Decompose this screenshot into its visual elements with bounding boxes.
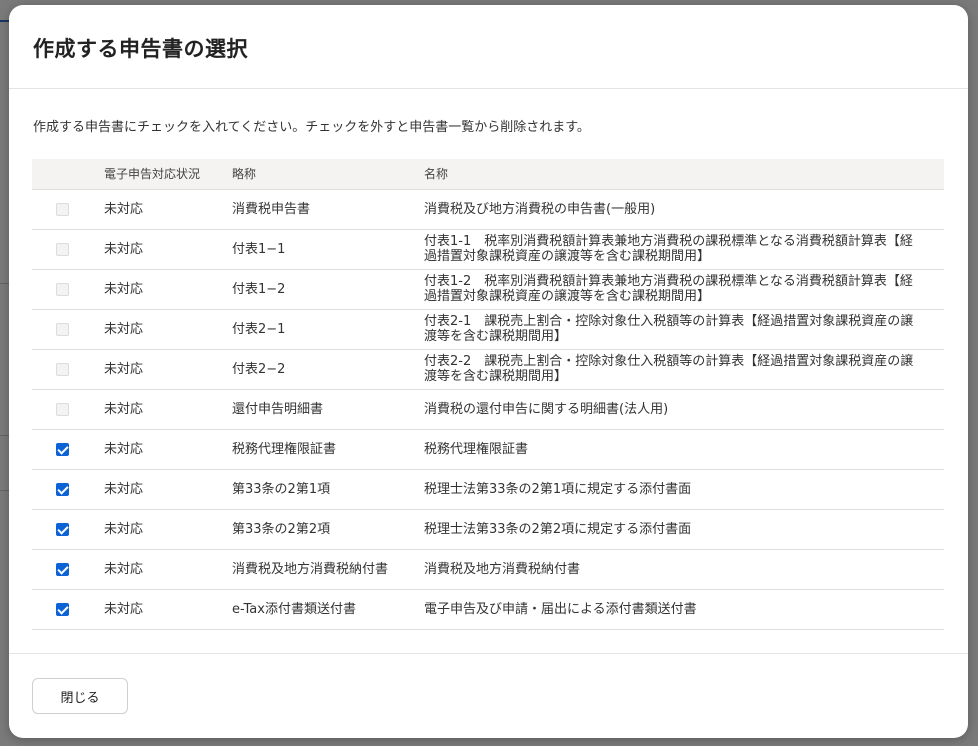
header-name: 名称	[424, 159, 944, 190]
row-checkbox-disabled	[56, 322, 69, 336]
row-abbreviation: 税務代理権限証書	[232, 429, 424, 470]
table-row: 未対応 還付申告明細書 消費税の還付申告に関する明細書(法人用)	[32, 389, 944, 430]
row-status: 未対応	[104, 509, 232, 550]
table-body: 未対応 消費税申告書 消費税及び地方消費税の申告書(一般用) 未対応 付表1−1 付表1-…	[32, 189, 944, 630]
row-checkbox-cell	[32, 309, 104, 350]
dialog-footer: 閉じる	[9, 653, 968, 738]
row-status: 未対応	[104, 389, 232, 430]
row-document-name: 税務代理権限証書	[424, 429, 944, 470]
row-abbreviation: 付表2−2	[232, 349, 424, 390]
row-abbreviation: 第33条の2第2項	[232, 509, 424, 550]
table-row: 未対応 付表2−1 付表2-1 課税売上割合・控除対象仕入税額等の計算表【経過措置対…	[32, 309, 944, 350]
row-checkbox[interactable]	[56, 522, 69, 536]
row-checkbox-cell	[32, 389, 104, 430]
close-button[interactable]: 閉じる	[32, 678, 128, 714]
row-checkbox[interactable]	[56, 482, 69, 496]
row-document-name: 税理士法第33条の2第2項に規定する添付書面	[424, 509, 944, 550]
row-abbreviation: 消費税及地方消費税納付書	[232, 549, 424, 590]
row-checkbox-disabled	[56, 282, 69, 296]
row-status: 未対応	[104, 549, 232, 590]
header-status: 電子申告対応状況	[104, 159, 232, 190]
row-abbreviation: 第33条の2第1項	[232, 469, 424, 510]
table-row: 未対応 付表2−2 付表2-2 課税売上割合・控除対象仕入税額等の計算表【経過措置対…	[32, 349, 944, 390]
header-abbr: 略称	[232, 159, 424, 190]
row-checkbox[interactable]	[56, 602, 69, 616]
row-status: 未対応	[104, 269, 232, 310]
row-document-name: 付表2-2 課税売上割合・控除対象仕入税額等の計算表【経過措置対象課税資産の譲渡…	[424, 349, 944, 390]
row-abbreviation: 消費税申告書	[232, 189, 424, 230]
row-checkbox-cell	[32, 349, 104, 390]
row-document-name: 消費税及地方消費税納付書	[424, 549, 944, 590]
row-document-name: 消費税及び地方消費税の申告書(一般用)	[424, 189, 944, 230]
dialog-header: 作成する申告書の選択	[9, 5, 968, 89]
table-row: 未対応 税務代理権限証書 税務代理権限証書	[32, 429, 944, 470]
row-document-name: 消費税の還付申告に関する明細書(法人用)	[424, 389, 944, 430]
table-row: 未対応 消費税申告書 消費税及び地方消費税の申告書(一般用)	[32, 189, 944, 230]
select-return-dialog: 作成する申告書の選択 作成する申告書にチェックを入れてください。チェックを外すと…	[9, 5, 968, 738]
row-abbreviation: 付表1−1	[232, 229, 424, 270]
row-status: 未対応	[104, 189, 232, 230]
row-checkbox-cell	[32, 509, 104, 550]
row-status: 未対応	[104, 429, 232, 470]
row-document-name: 付表2-1 課税売上割合・控除対象仕入税額等の計算表【経過措置対象課税資産の譲渡…	[424, 309, 944, 350]
table-row: 未対応 e-Tax添付書類送付書 電子申告及び申請・届出による添付書類送付書	[32, 589, 944, 630]
table-row: 未対応 第33条の2第2項 税理士法第33条の2第2項に規定する添付書面	[32, 509, 944, 550]
row-abbreviation: 還付申告明細書	[232, 389, 424, 430]
table-row: 未対応 付表1−1 付表1-1 税率別消費税額計算表兼地方消費税の課税標準となる消費…	[32, 229, 944, 270]
table-row: 未対応 第33条の2第1項 税理士法第33条の2第1項に規定する添付書面	[32, 469, 944, 510]
row-checkbox-disabled	[56, 202, 69, 216]
row-checkbox-disabled	[56, 402, 69, 416]
row-document-name: 電子申告及び申請・届出による添付書類送付書	[424, 589, 944, 630]
row-checkbox[interactable]	[56, 562, 69, 576]
row-checkbox-cell	[32, 469, 104, 510]
row-document-name: 付表1-1 税率別消費税額計算表兼地方消費税の課税標準となる消費税額計算表【経過…	[424, 229, 944, 270]
dialog-title: 作成する申告書の選択	[33, 37, 248, 61]
row-status: 未対応	[104, 349, 232, 390]
row-checkbox-cell	[32, 269, 104, 310]
row-checkbox-cell	[32, 429, 104, 470]
row-checkbox-cell	[32, 189, 104, 230]
row-checkbox-disabled	[56, 362, 69, 376]
table-header-row: 電子申告対応状況 略称 名称	[32, 159, 944, 190]
row-status: 未対応	[104, 229, 232, 270]
row-document-name: 税理士法第33条の2第1項に規定する添付書面	[424, 469, 944, 510]
table-row: 未対応 消費税及地方消費税納付書 消費税及地方消費税納付書	[32, 549, 944, 590]
row-checkbox[interactable]	[56, 442, 69, 456]
header-check	[32, 159, 104, 190]
row-checkbox-disabled	[56, 242, 69, 256]
row-checkbox-cell	[32, 589, 104, 630]
row-checkbox-cell	[32, 549, 104, 590]
row-status: 未対応	[104, 309, 232, 350]
row-abbreviation: e-Tax添付書類送付書	[232, 589, 424, 630]
row-checkbox-cell	[32, 229, 104, 270]
instruction-text: 作成する申告書にチェックを入れてください。チェックを外すと申告書一覧から削除され…	[33, 120, 590, 135]
row-abbreviation: 付表1−2	[232, 269, 424, 310]
row-document-name: 付表1-2 税率別消費税額計算表兼地方消費税の課税標準となる消費税額計算表【経過…	[424, 269, 944, 310]
table-row: 未対応 付表1−2 付表1-2 税率別消費税額計算表兼地方消費税の課税標準となる消費…	[32, 269, 944, 310]
row-status: 未対応	[104, 469, 232, 510]
row-abbreviation: 付表2−1	[232, 309, 424, 350]
document-table: 電子申告対応状況 略称 名称 未対応 消費税申告書 消費税及び地方消費税の申告書(一…	[32, 159, 944, 630]
row-status: 未対応	[104, 589, 232, 630]
